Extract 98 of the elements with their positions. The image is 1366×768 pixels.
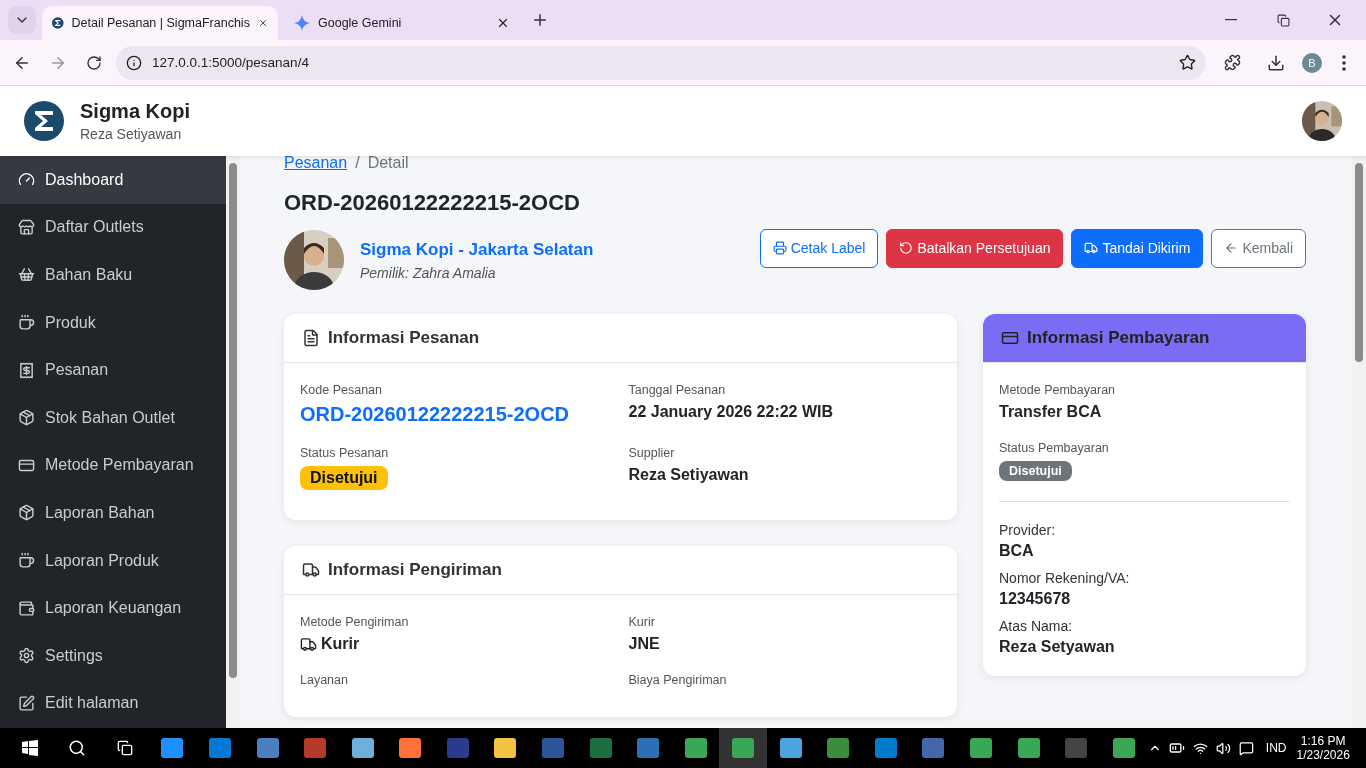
- action-button[interactable]: Cetak Label: [759, 228, 879, 268]
- sigma-logo-icon: [24, 101, 64, 141]
- download-icon: [1267, 53, 1285, 72]
- bookmark-star-icon[interactable]: [1179, 54, 1196, 71]
- sidebar-item[interactable]: Laporan Keuangan: [0, 584, 226, 632]
- order-code-link[interactable]: ORD-20260122222215-2OCD: [300, 403, 613, 426]
- field-label: Tanggal Pesanan: [628, 383, 727, 397]
- truck-icon: [300, 635, 317, 653]
- sidebar-item[interactable]: Produk: [0, 298, 226, 347]
- field-value: Kurir: [321, 635, 360, 653]
- order-title: ORD-20260122222215-2OCD: [284, 190, 581, 216]
- outlet-name: Sigma Kopi - Jakarta Selatan: [360, 239, 594, 260]
- cup-icon: [18, 314, 35, 332]
- restore-icon: [1276, 13, 1290, 27]
- breadcrumb-link[interactable]: Pesanan: [284, 156, 348, 172]
- card-title: Informasi Pengiriman: [328, 560, 502, 580]
- action-button[interactable]: Kembali: [1211, 228, 1306, 268]
- field-label: Supplier: [628, 446, 676, 460]
- field-label: Layanan: [300, 673, 349, 687]
- field-value: 22 January 2026 22:22 WIB: [628, 403, 835, 421]
- arrow-left-icon: [1224, 241, 1239, 255]
- user-name: Reza Setiyawan: [80, 126, 183, 142]
- profile-button[interactable]: B: [1302, 52, 1322, 73]
- field-value: Reza Setyawan: [999, 638, 1116, 656]
- sidebar-item[interactable]: Pesanan: [0, 346, 226, 394]
- truck-icon: [302, 561, 320, 579]
- field-label: Status Pembayaran: [999, 441, 1110, 455]
- sidebar-item[interactable]: Bahan Baku: [0, 251, 226, 299]
- field-label: Metode Pengiriman: [300, 615, 410, 629]
- puzzle-icon: [1223, 54, 1241, 71]
- field-value: JNE: [628, 635, 661, 653]
- field-label: Kurir: [628, 615, 656, 629]
- clock-date[interactable]: 1/23/2026: [1296, 748, 1350, 762]
- sparkle-icon: [294, 15, 310, 31]
- field-label: Nomor Rekening/VA:: [999, 570, 1131, 586]
- card-icon: [1001, 329, 1019, 347]
- sidebar-item[interactable]: Edit halaman: [0, 679, 226, 728]
- receipt-icon: [18, 361, 35, 379]
- document-icon: [302, 329, 320, 347]
- address-bar[interactable]: 127.0.0.1:5000/pesanan/4: [116, 45, 1206, 80]
- tab-title: Detail Pesanan | SigmaFranchis: [71, 16, 250, 30]
- status-badge: Disetujui: [300, 466, 388, 490]
- breadcrumb-current: Detail: [367, 156, 409, 172]
- field-label: Provider:: [999, 522, 1057, 538]
- reload-icon: [86, 54, 102, 71]
- sidebar-item[interactable]: Settings: [0, 631, 226, 680]
- sidebar-item[interactable]: Stok Bahan Outlet: [0, 393, 226, 442]
- url-text: 127.0.0.1:5000/pesanan/4: [152, 55, 310, 70]
- breadcrumb-separator: /: [355, 156, 360, 172]
- store-icon: [18, 218, 35, 236]
- edit-icon: [18, 694, 35, 712]
- outlet-owner: Pemilik: Zahra Amalia: [360, 264, 497, 281]
- page-scrollbar[interactable]: [1352, 156, 1366, 728]
- card-title: Informasi Pesanan: [328, 328, 480, 348]
- sidebar-item[interactable]: Laporan Bahan: [0, 489, 226, 537]
- field-label: Biaya Pengiriman: [628, 673, 728, 687]
- tab-list-button[interactable]: [8, 6, 36, 34]
- plus-icon: [531, 11, 549, 29]
- truck-icon: [1084, 241, 1099, 255]
- field-value: Reza Setiyawan: [628, 466, 750, 484]
- status-badge: Disetujui: [999, 461, 1072, 481]
- close-icon[interactable]: [496, 16, 510, 30]
- clock-time[interactable]: 1:16 PM: [1300, 734, 1346, 748]
- sidebar-item[interactable]: Laporan Produk: [0, 536, 226, 585]
- field-label: Atas Nama:: [999, 618, 1074, 634]
- wallet-icon: [18, 599, 35, 617]
- field-label: Status Pesanan: [300, 446, 390, 460]
- field-value: BCA: [999, 542, 1035, 560]
- basket-icon: [18, 266, 35, 284]
- sigma-logo-icon: [52, 15, 64, 31]
- menu-icon: [1342, 54, 1346, 71]
- sidebar-item[interactable]: Daftar Outlets: [0, 203, 226, 252]
- language-indicator[interactable]: IND: [1265, 741, 1287, 755]
- cup-icon: [18, 552, 35, 570]
- tab-title: Google Gemini: [318, 16, 403, 30]
- settings-icon: [18, 647, 35, 665]
- browser-tab[interactable]: Detail Pesanan | SigmaFranchis: [42, 6, 278, 40]
- undo-icon: [899, 241, 914, 255]
- info-icon[interactable]: [126, 54, 142, 71]
- battery-icon[interactable]: [1169, 740, 1186, 756]
- box-icon: [18, 504, 35, 522]
- field-value: 12345678: [999, 590, 1072, 608]
- browser-tab[interactable]: Google Gemini: [284, 6, 520, 40]
- volume-icon[interactable]: [1216, 740, 1231, 756]
- action-button[interactable]: Tandai Dikirim: [1071, 228, 1204, 268]
- brand-name: Sigma Kopi: [80, 100, 191, 123]
- sidebar-item[interactable]: Metode Pembayaran: [0, 441, 226, 490]
- sidebar-item[interactable]: Dashboard: [0, 156, 226, 204]
- field-label: Kode Pesanan: [300, 383, 383, 397]
- sidebar-scrollbar[interactable]: [226, 156, 240, 728]
- field-label: Metode Pembayaran: [999, 383, 1117, 397]
- notification-icon[interactable]: [1238, 740, 1254, 756]
- card-title: Informasi Pembayaran: [1027, 328, 1210, 348]
- action-button[interactable]: Batalkan Persetujuan: [886, 228, 1064, 268]
- field-value: Transfer BCA: [999, 403, 1103, 421]
- box-icon: [18, 409, 35, 427]
- printer-icon: [772, 241, 787, 255]
- minimize-icon: [1225, 19, 1237, 21]
